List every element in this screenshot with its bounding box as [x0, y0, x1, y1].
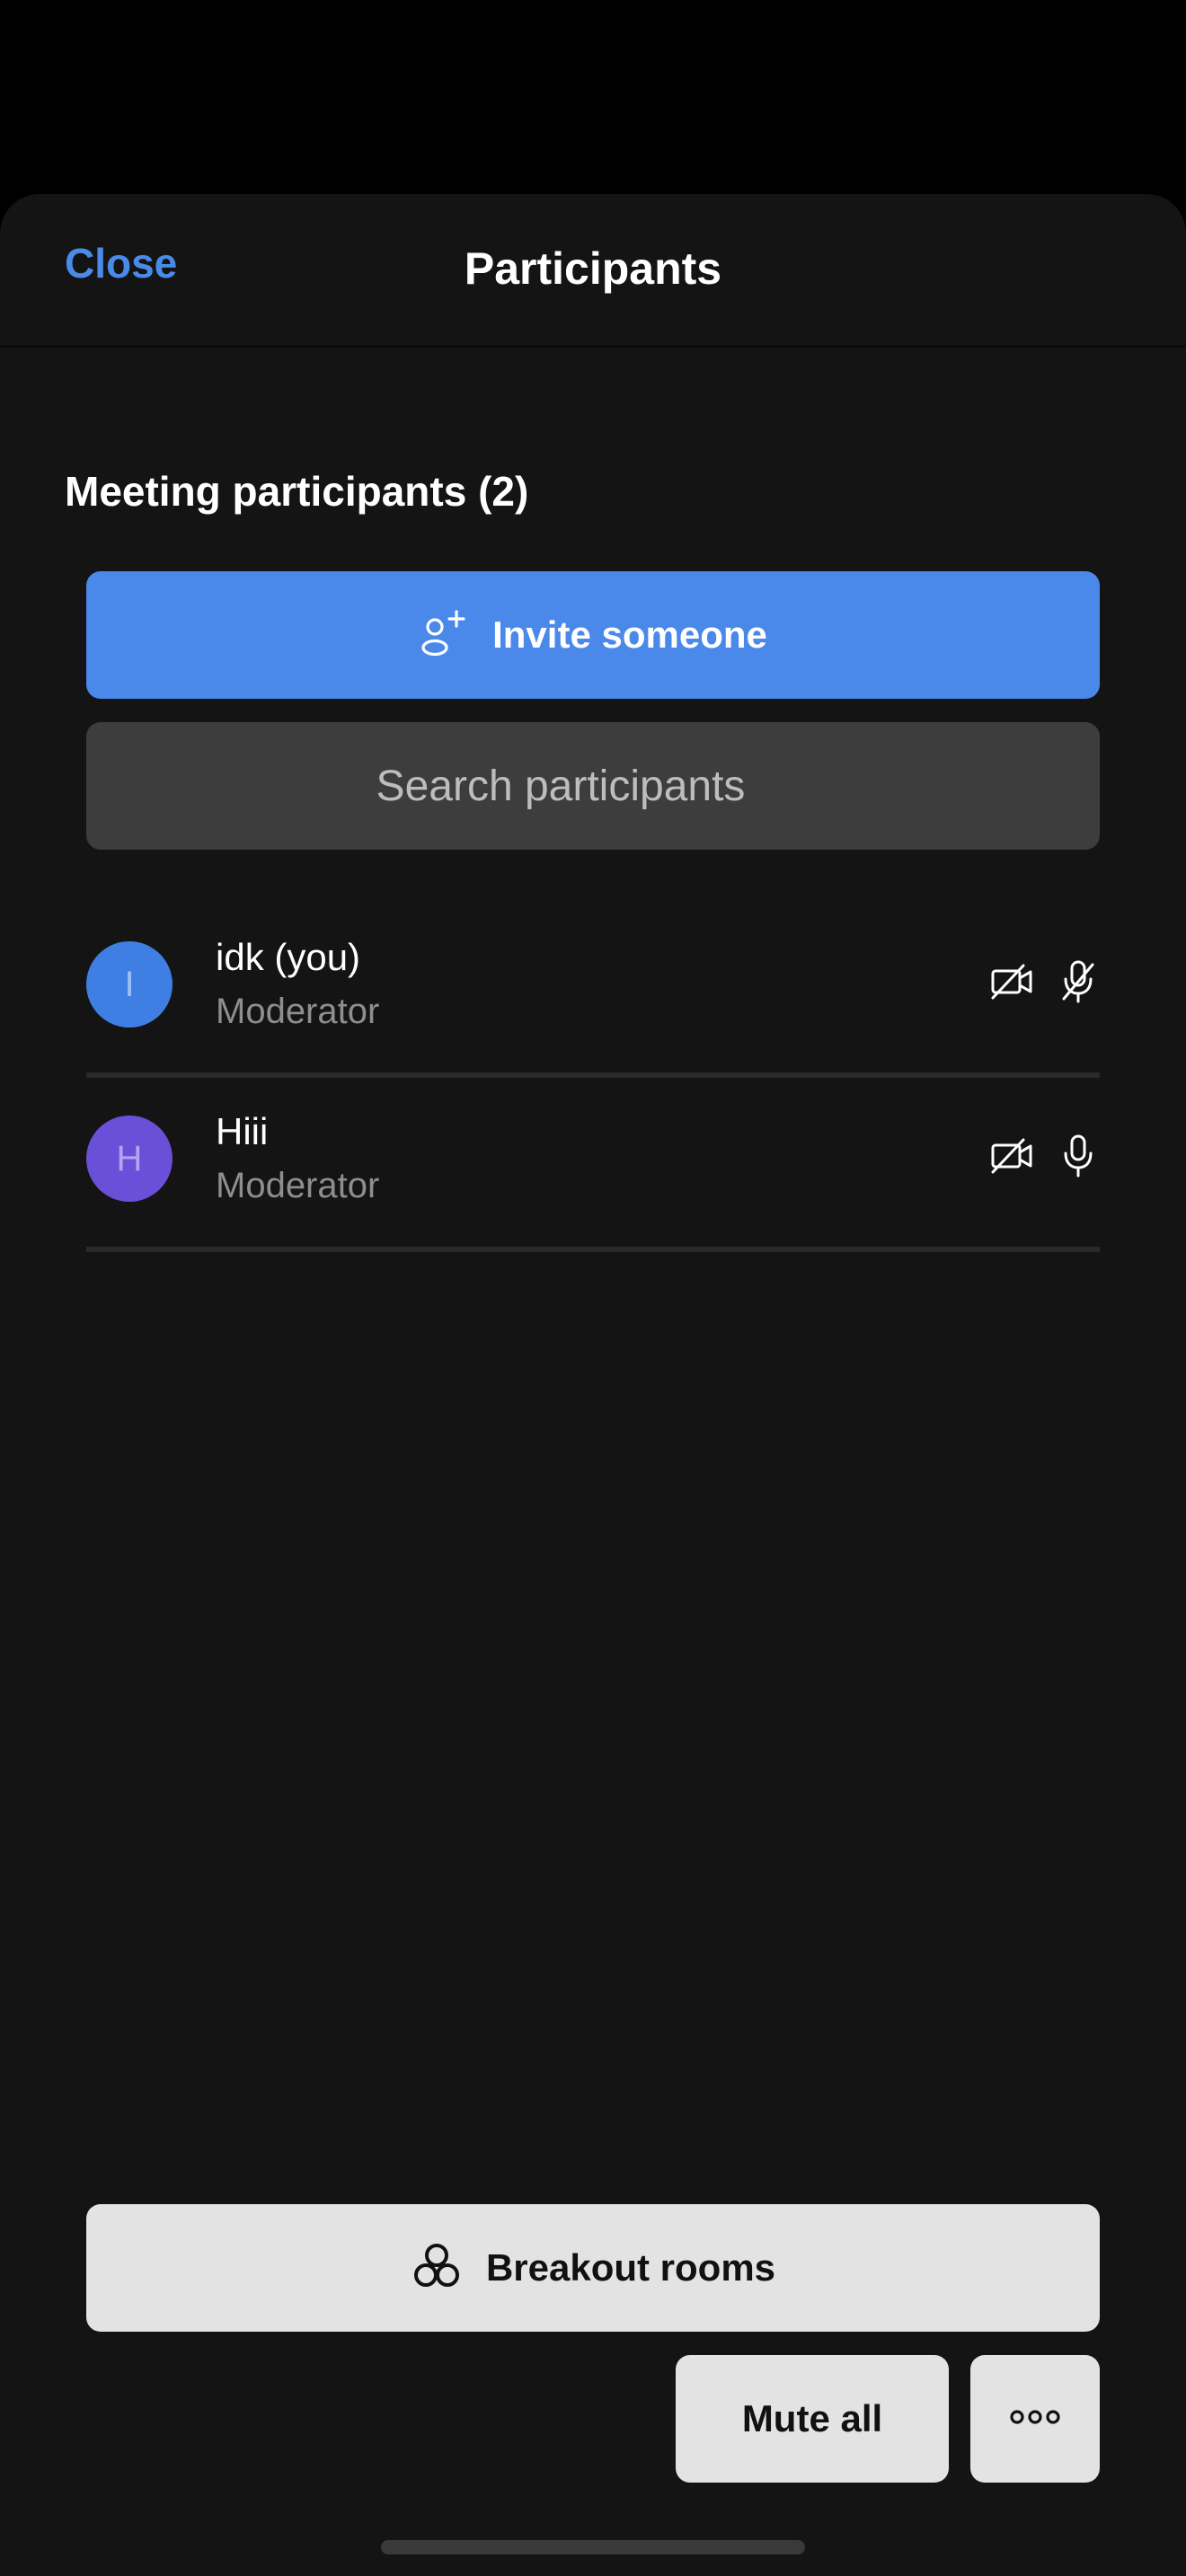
add-person-icon — [419, 608, 469, 663]
invite-someone-button[interactable]: Invite someone — [86, 571, 1100, 699]
participant-name: idk (you) — [216, 936, 361, 978]
participant-name: Hiii — [216, 1110, 269, 1152]
camera-off-icon[interactable] — [990, 957, 1033, 1006]
invite-label: Invite someone — [492, 613, 767, 656]
participant-role: Moderator — [216, 992, 380, 1031]
participant-row[interactable]: H Hiii Moderator — [86, 1078, 1100, 1252]
more-options-icon — [1008, 2408, 1062, 2430]
home-indicator — [381, 2540, 805, 2554]
avatar: I — [86, 941, 173, 1028]
mic-off-icon[interactable] — [1057, 957, 1100, 1006]
participants-sheet: Close Participants Meeting participants … — [0, 194, 1186, 2576]
breakout-rooms-button[interactable]: Breakout rooms — [86, 2204, 1100, 2332]
camera-off-icon[interactable] — [990, 1132, 1033, 1180]
search-placeholder: Search participants — [376, 762, 746, 810]
breakout-rooms-label: Breakout rooms — [485, 2246, 776, 2289]
participant-status-icons — [990, 1132, 1100, 1180]
participant-status-icons — [990, 957, 1100, 1006]
participants-list: I idk (you) Moderator H Hiii Moderator — [86, 904, 1100, 1252]
page-title: Participants — [464, 243, 722, 294]
section-title: Meeting participants (2) — [65, 468, 529, 515]
participant-role: Moderator — [216, 1166, 380, 1205]
mic-on-icon[interactable] — [1057, 1132, 1100, 1180]
avatar: H — [86, 1116, 173, 1202]
breakout-rooms-icon — [411, 2240, 463, 2297]
mute-all-button[interactable]: Mute all — [676, 2355, 949, 2483]
more-options-button[interactable] — [970, 2355, 1100, 2483]
participant-row[interactable]: I idk (you) Moderator — [86, 904, 1100, 1078]
search-participants-input[interactable]: Search participants — [86, 722, 1100, 850]
mute-all-label: Mute all — [741, 2397, 883, 2439]
sheet-header: Close Participants — [0, 194, 1186, 348]
